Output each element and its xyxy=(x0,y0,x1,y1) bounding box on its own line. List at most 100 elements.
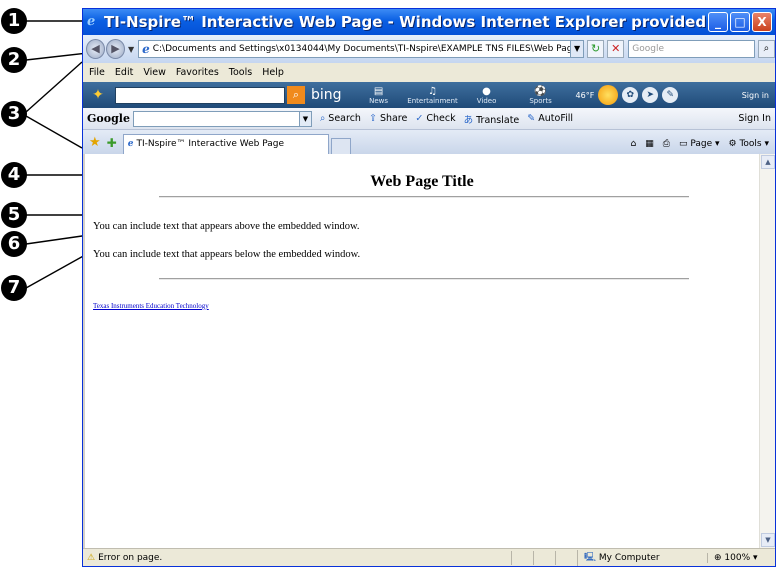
page-title: Web Page Title xyxy=(370,173,474,190)
page-menu[interactable]: ▭ Page ▾ xyxy=(679,139,720,149)
back-button[interactable]: ◀ xyxy=(86,39,105,59)
menu-favorites[interactable]: Favorites xyxy=(176,67,219,78)
bing-tab-news-label: News xyxy=(369,96,388,105)
msn-logo-icon: ✦ xyxy=(92,87,104,103)
menu-tools[interactable]: Tools xyxy=(229,67,252,78)
google-autofill-button[interactable]: ✎ AutoFill xyxy=(527,113,573,124)
security-zone-label: My Computer xyxy=(598,552,660,563)
status-message[interactable]: Error on page. xyxy=(98,553,162,563)
google-search-label: Search xyxy=(328,113,361,124)
refresh-button[interactable]: ↻ xyxy=(587,40,605,58)
command-bar: ⌂ ▦ ⎙ ▭ Page ▾ ⚙ Tools ▾ xyxy=(631,139,776,154)
scroll-down-icon[interactable]: ▼ xyxy=(761,533,775,547)
ie-logo-icon: ℯ xyxy=(87,14,96,29)
maximize-button[interactable]: □ xyxy=(730,12,750,32)
browser-window: ℯ TI-Nspire™ Interactive Web Page - Wind… xyxy=(82,8,776,567)
google-check-button[interactable]: ✓ Check xyxy=(415,113,455,124)
bing-tab-sports[interactable]: ⚽ Sports xyxy=(514,86,568,105)
security-zone: 🖳 My Computer xyxy=(577,549,707,566)
minimize-button[interactable]: _ xyxy=(708,12,728,32)
menu-view[interactable]: View xyxy=(143,67,166,78)
google-sign-in-label: Sign In xyxy=(738,113,771,124)
bing-tab-news[interactable]: ▤ News xyxy=(352,86,406,105)
bing-sign-in[interactable]: Sign in xyxy=(742,91,769,100)
zoom-level[interactable]: ⊕ 100% ▾ xyxy=(707,552,775,563)
google-translate-label: Translate xyxy=(476,114,520,126)
feeds-icon[interactable]: ▦ xyxy=(645,139,654,149)
google-search-input[interactable] xyxy=(132,110,300,127)
callout-4: 4 xyxy=(1,162,27,188)
computer-icon: 🖳 xyxy=(584,552,597,563)
search-icon[interactable]: ⌕ xyxy=(757,40,776,58)
ti-education-link[interactable]: Texas Instruments Education Technology xyxy=(93,302,209,310)
horizontal-rule-top xyxy=(159,196,689,198)
weather-sun-icon xyxy=(598,85,619,105)
home-icon[interactable]: ⌂ xyxy=(631,139,637,149)
news-icon: ▤ xyxy=(373,85,384,97)
zoom-level-label: 100% xyxy=(724,552,751,563)
bing-tab-video[interactable]: ● Video xyxy=(460,86,514,105)
page-content: Web Page Title You can include text that… xyxy=(85,154,759,548)
text-above-embedded-window: You can include text that appears above … xyxy=(93,221,360,232)
bing-tab-entertainment[interactable]: ♫ Entertainment xyxy=(406,86,460,105)
callout-6: 6 xyxy=(1,231,27,257)
callout-1: 1 xyxy=(1,8,27,34)
weather-temperature[interactable]: 46°F xyxy=(576,91,595,100)
bing-search-input[interactable] xyxy=(115,86,285,104)
address-field[interactable]: ℯ C:\Documents and Settings\x0134044\My … xyxy=(138,40,585,58)
warning-icon[interactable]: ⚠ xyxy=(87,553,95,563)
bing-search-icon[interactable]: ⌕ xyxy=(287,86,305,104)
google-search-button[interactable]: ⌕ Search xyxy=(320,113,361,124)
cursor-icon[interactable]: ➤ xyxy=(642,87,659,103)
search-input[interactable]: Google xyxy=(628,40,755,58)
sports-icon: ⚽ xyxy=(534,85,547,97)
print-icon[interactable]: ⎙ xyxy=(663,139,670,149)
search-icon: ⌕ xyxy=(319,113,326,124)
callout-5: 5 xyxy=(1,202,27,228)
title-bar[interactable]: ℯ TI-Nspire™ Interactive Web Page - Wind… xyxy=(83,9,775,35)
tools-wrench-icon[interactable]: ✎ xyxy=(662,87,679,103)
menu-bar: File Edit View Favorites Tools Help xyxy=(83,63,775,82)
callout-7: 7 xyxy=(1,275,27,301)
forward-button[interactable]: ▶ xyxy=(105,39,125,59)
settings-icon[interactable]: ✿ xyxy=(622,87,639,103)
bing-tab-video-label: Video xyxy=(476,96,497,105)
recent-pages-dropdown[interactable]: ▼ xyxy=(128,45,134,54)
callout-2: 2 xyxy=(1,47,27,73)
menu-edit[interactable]: Edit xyxy=(115,67,133,78)
tab-active-page[interactable]: ℯ TI-Nspire™ Interactive Web Page xyxy=(122,134,329,154)
favorites-star-icon[interactable]: ★ xyxy=(89,135,101,150)
entertainment-icon: ♫ xyxy=(428,85,438,97)
google-logo: Google xyxy=(87,112,130,125)
callout-3: 3 xyxy=(1,101,27,127)
menu-help[interactable]: Help xyxy=(262,67,284,78)
google-translate-button[interactable]: あ Translate xyxy=(464,112,520,126)
page-icon: ℯ xyxy=(142,42,150,56)
text-below-embedded-window: You can include text that appears below … xyxy=(93,249,361,260)
status-divider xyxy=(555,550,577,565)
translate-icon: あ xyxy=(463,114,474,126)
video-icon: ● xyxy=(482,85,491,97)
bing-toolbar: ✦ ⌕ bing ▤ News ♫ Entertainment ● Video ⚽ Sp… xyxy=(83,82,775,108)
address-url: C:\Documents and Settings\x0134044\My Do… xyxy=(152,44,571,54)
stop-button[interactable]: ✕ xyxy=(607,40,625,58)
status-divider xyxy=(511,550,533,565)
tab-bar: ★ ✚ ℯ TI-Nspire™ Interactive Web Page ⌂ ▦… xyxy=(83,130,775,154)
vertical-scrollbar[interactable]: ▲ ▼ xyxy=(759,154,775,548)
google-sign-in-button[interactable]: Sign In xyxy=(738,113,771,124)
google-share-label: Share xyxy=(379,113,408,124)
horizontal-rule-bottom xyxy=(159,278,689,280)
address-dropdown[interactable]: ▼ xyxy=(570,41,584,57)
google-share-button[interactable]: ⇪ Share xyxy=(369,113,407,124)
window-title: TI-Nspire™ Interactive Web Page - Window… xyxy=(104,13,708,31)
add-favorites-icon[interactable]: ✚ xyxy=(107,136,117,150)
new-tab-button[interactable] xyxy=(330,138,351,154)
bing-tab-sports-label: Sports xyxy=(529,96,552,105)
google-search-dropdown[interactable]: ▼ xyxy=(299,110,312,127)
close-button[interactable]: X xyxy=(752,12,772,32)
menu-file[interactable]: File xyxy=(89,67,105,78)
google-toolbar: Google ▼ ⌕ Search ⇪ Share ✓ Check あ Tran… xyxy=(83,108,775,130)
scroll-up-icon[interactable]: ▲ xyxy=(761,155,775,169)
page-icon: ℯ xyxy=(127,139,134,149)
tools-menu[interactable]: ⚙ Tools ▾ xyxy=(729,139,770,149)
